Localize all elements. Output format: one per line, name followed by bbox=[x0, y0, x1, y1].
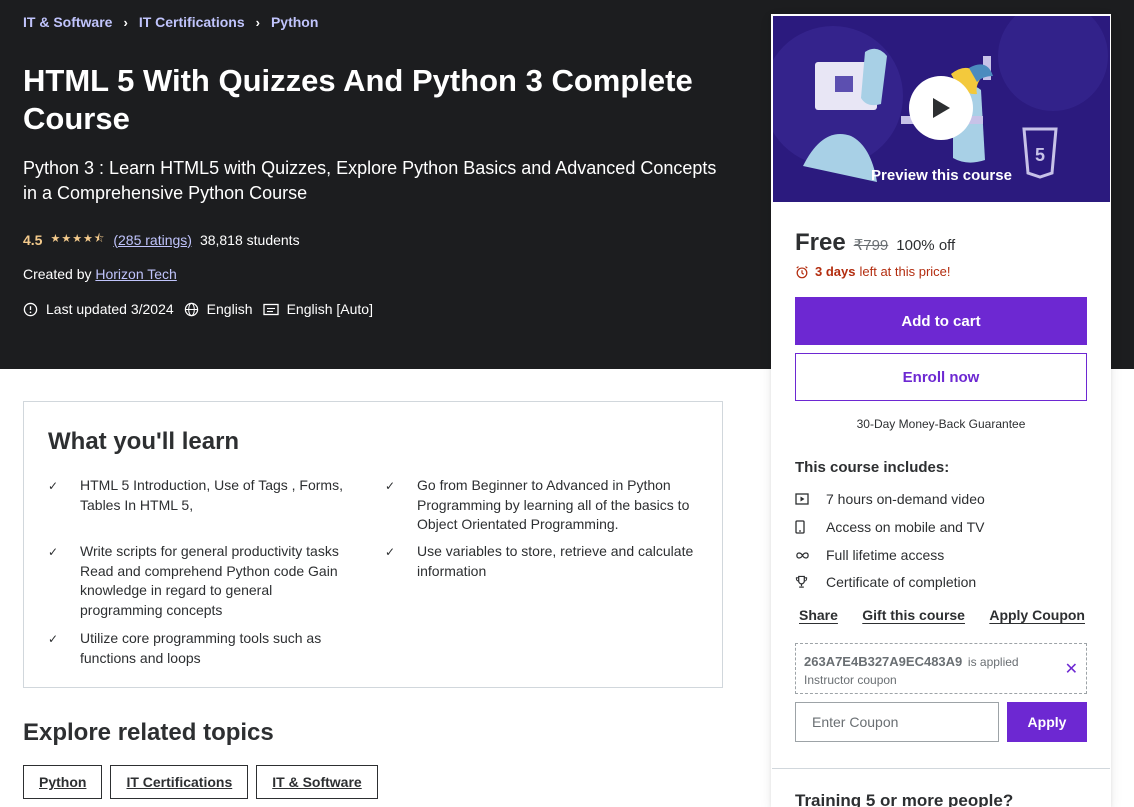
include-item-mobile: Access on mobile and TV bbox=[795, 519, 985, 535]
timer-text: left at this price! bbox=[859, 264, 951, 279]
what-youll-learn: What you'll learn ✓ HTML 5 Introduction,… bbox=[23, 401, 723, 688]
learn-item: ✓ Use variables to store, retrieve and c… bbox=[385, 542, 705, 581]
captions-text: English [Auto] bbox=[286, 301, 373, 317]
enroll-now-button[interactable]: Enroll now bbox=[795, 353, 1087, 401]
apply-coupon-link[interactable]: Apply Coupon bbox=[989, 607, 1085, 623]
chevron-right-icon: › bbox=[255, 14, 260, 30]
include-text: Full lifetime access bbox=[826, 547, 945, 563]
include-item-lifetime: Full lifetime access bbox=[795, 547, 944, 563]
sidebar-divider bbox=[772, 768, 1110, 769]
learn-item-text: HTML 5 Introduction, Use of Tags , Forms… bbox=[80, 477, 343, 513]
explore-title: Explore related topics bbox=[23, 719, 274, 746]
check-icon: ✓ bbox=[48, 632, 59, 646]
add-to-cart-button[interactable]: Add to cart bbox=[795, 297, 1087, 345]
breadcrumb: IT & Software › IT Certifications › Pyth… bbox=[23, 14, 318, 30]
students-count: 38,818 students bbox=[199, 231, 300, 248]
purchase-sidebar: 5 Preview this course Free ₹799 100% off… bbox=[771, 14, 1111, 807]
video-icon bbox=[795, 493, 809, 505]
coupon-input[interactable] bbox=[795, 702, 999, 742]
language-text: English bbox=[206, 301, 253, 317]
include-item-video: 7 hours on-demand video bbox=[795, 491, 985, 507]
rating-row: 4.5 ★★★★⯪ (285 ratings) 38,818 students bbox=[23, 230, 300, 249]
alarm-clock-icon bbox=[796, 265, 808, 278]
last-updated-text: Last updated 3/2024 bbox=[46, 301, 174, 317]
topic-python[interactable]: Python bbox=[23, 765, 103, 799]
mobile-icon bbox=[795, 520, 805, 534]
course-meta: Last updated 3/2024 English English [Aut… bbox=[23, 301, 383, 317]
learn-item: ✓ Write scripts for general productivity… bbox=[48, 542, 358, 620]
play-icon bbox=[933, 98, 950, 118]
captions-icon bbox=[262, 303, 279, 315]
price-row: Free ₹799 100% off bbox=[795, 229, 955, 257]
infinity-icon bbox=[796, 551, 809, 559]
original-price: ₹799 bbox=[853, 237, 889, 254]
topic-it-software[interactable]: IT & Software bbox=[256, 765, 378, 799]
sidebar-actions: Share Gift this course Apply Coupon bbox=[799, 607, 1085, 623]
check-icon: ✓ bbox=[385, 545, 396, 559]
coupon-code: 263A7E4B327A9EC483A9 bbox=[804, 654, 963, 669]
coupon-applied-text: is applied bbox=[967, 655, 1019, 669]
apply-coupon-button[interactable]: Apply bbox=[1007, 702, 1087, 742]
gift-course-link[interactable]: Gift this course bbox=[862, 607, 965, 623]
chevron-right-icon: › bbox=[123, 14, 128, 30]
check-icon: ✓ bbox=[385, 479, 396, 493]
created-by-label: Created by bbox=[23, 266, 92, 282]
current-price: Free bbox=[795, 229, 846, 256]
remove-coupon-close-icon[interactable]: ✕ bbox=[1065, 659, 1078, 679]
globe-icon bbox=[184, 302, 198, 316]
course-subtitle: Python 3 : Learn HTML5 with Quizzes, Exp… bbox=[23, 158, 717, 203]
course-title: HTML 5 With Quizzes And Python 3 Complet… bbox=[23, 63, 693, 136]
author-link[interactable]: Horizon Tech bbox=[95, 266, 176, 282]
money-back-guarantee: 30-Day Money-Back Guarantee bbox=[856, 417, 1026, 431]
include-text: Access on mobile and TV bbox=[826, 519, 985, 535]
include-text: 7 hours on-demand video bbox=[826, 491, 985, 507]
topic-it-certifications[interactable]: IT Certifications bbox=[110, 765, 249, 799]
last-updated: Last updated 3/2024 bbox=[23, 301, 174, 317]
created-by: Created by Horizon Tech bbox=[23, 266, 177, 282]
timer-days: 3 days bbox=[815, 264, 856, 279]
course-captions: English [Auto] bbox=[262, 301, 373, 317]
learn-title: What you'll learn bbox=[48, 428, 240, 455]
share-link[interactable]: Share bbox=[799, 607, 838, 623]
breadcrumb-it-certifications[interactable]: IT Certifications bbox=[139, 14, 245, 30]
learn-item-text: Use variables to store, retrieve and cal… bbox=[417, 543, 694, 579]
include-text: Certificate of completion bbox=[826, 574, 977, 590]
breadcrumb-python[interactable]: Python bbox=[271, 14, 318, 30]
play-button[interactable] bbox=[909, 76, 973, 140]
coupon-code-line: 263A7E4B327A9EC483A9 is applied bbox=[804, 654, 1019, 669]
training-title: Training 5 or more people? bbox=[795, 791, 1014, 807]
breadcrumb-it-software[interactable]: IT & Software bbox=[23, 14, 112, 30]
applied-coupon: 263A7E4B327A9EC483A9 is applied Instruct… bbox=[795, 643, 1087, 694]
learn-item-text: Write scripts for general productivity t… bbox=[80, 543, 339, 618]
rating-value: 4.5 bbox=[23, 231, 43, 248]
alert-clock-icon bbox=[23, 302, 38, 316]
include-item-certificate: Certificate of completion bbox=[795, 574, 976, 590]
check-icon: ✓ bbox=[48, 479, 59, 493]
related-topics: Python IT Certifications IT & Software bbox=[23, 765, 386, 799]
includes-title: This course includes: bbox=[795, 459, 950, 476]
svg-text:5: 5 bbox=[1035, 145, 1045, 165]
star-rating-icon: ★★★★⯪ bbox=[50, 233, 106, 245]
learn-item: ✓ HTML 5 Introduction, Use of Tags , For… bbox=[48, 476, 348, 515]
learn-item-text: Go from Beginner to Advanced in Python P… bbox=[417, 477, 690, 533]
ratings-count-link[interactable]: (285 ratings) bbox=[113, 232, 192, 248]
course-preview[interactable]: 5 Preview this course bbox=[773, 16, 1110, 202]
learn-item: ✓ Go from Beginner to Advanced in Python… bbox=[385, 476, 705, 535]
discount-percent: 100% off bbox=[896, 237, 956, 254]
learn-item-text: Utilize core programming tools such as f… bbox=[80, 630, 322, 666]
coupon-type: Instructor coupon bbox=[804, 673, 897, 687]
preview-label: Preview this course bbox=[871, 167, 1012, 184]
discount-timer: 3 days left at this price! bbox=[795, 264, 951, 279]
check-icon: ✓ bbox=[48, 545, 59, 559]
learn-item: ✓ Utilize core programming tools such as… bbox=[48, 629, 348, 668]
trophy-icon bbox=[795, 575, 808, 588]
course-language: English bbox=[184, 301, 253, 317]
